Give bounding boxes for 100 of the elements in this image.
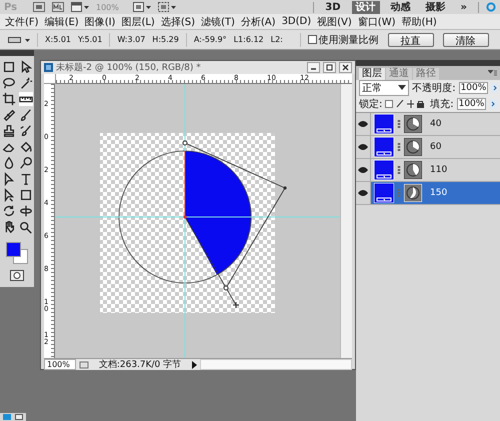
menu-item[interactable]: 视图(V) [317, 14, 352, 28]
bandage-icon[interactable] [2, 108, 16, 122]
screen-mode-icon[interactable] [158, 2, 176, 12]
ruler-tool-preset-icon[interactable] [8, 36, 30, 44]
menu-item[interactable]: 编辑(E) [44, 14, 79, 28]
horizontal-scrollbar[interactable] [200, 359, 352, 370]
close-icon [342, 64, 349, 71]
panel-tab[interactable]: 通道 [386, 68, 412, 80]
panel-tab[interactable]: 图层 [359, 68, 385, 80]
measure-label: A: [194, 35, 202, 44]
ruler-icon[interactable] [18, 92, 32, 106]
fill-label: 填充: [430, 98, 454, 111]
magic-wand-icon[interactable] [18, 76, 32, 90]
opacity-field[interactable]: 100% [458, 82, 488, 94]
menu-item[interactable]: 文件(F) [5, 14, 39, 28]
lock-icon[interactable] [417, 100, 424, 108]
eye-icon[interactable] [358, 121, 368, 127]
history-brush-icon[interactable] [18, 124, 32, 138]
layer-thumbnail [374, 160, 394, 180]
layer-row[interactable]: 60 [356, 136, 500, 159]
menu-item[interactable]: 窗口(W) [358, 14, 396, 28]
layer-thumbnail [374, 183, 394, 203]
menu-item[interactable]: 图像(I) [84, 14, 116, 28]
radius-line [184, 150, 186, 218]
center-point [183, 215, 187, 219]
view-extras-icon[interactable] [71, 2, 89, 12]
measure-label: L2: [270, 35, 283, 44]
menu-item[interactable]: 3D(D) [282, 16, 312, 27]
layer-row[interactable]: 150 [356, 182, 500, 205]
layer-mask-thumbnail [404, 161, 422, 179]
close-button[interactable] [339, 62, 352, 73]
lasso-icon[interactable] [2, 76, 16, 90]
workspace-tab[interactable]: 设计 [352, 0, 380, 14]
arrange-documents-icon[interactable] [133, 2, 151, 12]
measure-value: 5.29 [161, 35, 179, 44]
layer-thumbnail [374, 114, 394, 134]
brush-icon[interactable] [18, 108, 32, 122]
maximize-button[interactable] [323, 62, 336, 73]
slider-arrow-icon[interactable] [491, 83, 497, 93]
brush-icon[interactable] [396, 100, 404, 108]
orbit-3d-icon[interactable] [18, 204, 32, 218]
measure-value: 6.12 [246, 35, 264, 44]
move-icon[interactable] [406, 100, 414, 108]
status-menu-icon[interactable] [191, 360, 197, 368]
slider-arrow-icon[interactable] [489, 99, 498, 109]
panel-tab[interactable]: 路径 [413, 68, 439, 80]
marquee-icon[interactable] [2, 60, 16, 74]
link-icon[interactable] [397, 166, 401, 174]
use-measurement-scale-checkbox[interactable]: 使用测量比例 [308, 32, 379, 46]
vertical-scrollbar[interactable] [340, 84, 352, 358]
layer-mask-thumbnail [404, 138, 422, 156]
menu-item[interactable]: 分析(A) [240, 14, 276, 28]
eye-icon[interactable] [358, 167, 368, 173]
fill-field[interactable]: 100% [456, 98, 486, 110]
link-icon[interactable] [397, 120, 401, 128]
menu-item[interactable]: 帮助(H) [402, 14, 437, 28]
workspace-tab[interactable]: 动感 [386, 0, 415, 14]
shape-icon[interactable] [18, 188, 32, 202]
minimize-button[interactable] [307, 62, 320, 73]
menu-item[interactable]: 图层(L) [121, 14, 155, 28]
eye-icon[interactable] [358, 144, 368, 150]
quick-mask-icon[interactable] [10, 270, 24, 281]
dodge-icon[interactable] [18, 156, 32, 170]
layer-row[interactable]: 40 [356, 113, 500, 136]
type-icon[interactable] [18, 172, 32, 186]
zoom-field[interactable]: 100% [44, 359, 76, 370]
layer-thumbnail [374, 137, 394, 157]
workspace-tab[interactable]: 摄影 [422, 0, 450, 14]
layer-mask-thumbnail [404, 184, 422, 202]
menu-item[interactable]: 选择(S) [160, 14, 195, 28]
bucket-icon[interactable] [18, 140, 32, 154]
blend-mode-dropdown[interactable]: 正常 [359, 80, 410, 96]
caret-icon [398, 85, 406, 91]
layer-row[interactable]: 110 [356, 159, 500, 182]
lock-transparency-icon[interactable] [385, 100, 394, 108]
measure-label: W: [117, 35, 128, 44]
color-swatches-icon[interactable] [4, 242, 30, 264]
workspace-tab[interactable]: 3D [321, 0, 345, 14]
eye-icon[interactable] [358, 190, 368, 196]
measure-label: L1: [234, 35, 246, 44]
export-icon[interactable] [79, 360, 89, 369]
rotate-3d-icon[interactable] [2, 204, 16, 218]
stamp-icon[interactable] [2, 124, 16, 138]
option-button[interactable]: 清除 [442, 32, 489, 46]
option-button[interactable]: 拉直 [388, 32, 434, 46]
more-workspaces-button[interactable]: » [456, 0, 471, 14]
crop-icon[interactable] [2, 92, 16, 106]
menu-item[interactable]: 滤镜(T) [200, 14, 235, 28]
ruler-origin[interactable] [44, 74, 56, 84]
layer-name: 150 [430, 188, 448, 198]
document-icon [44, 63, 53, 72]
measure-label: X: [45, 35, 54, 44]
opacity-label: 不透明度: [412, 82, 456, 95]
lock-label: 锁定: [359, 98, 382, 111]
panel-menu-icon[interactable] [488, 70, 497, 76]
zoom-icon[interactable] [18, 220, 32, 234]
measure-value: 5.01 [84, 35, 102, 44]
link-icon[interactable] [397, 142, 401, 152]
layer-mask-thumbnail [404, 115, 422, 133]
measure-label: H: [152, 35, 162, 44]
